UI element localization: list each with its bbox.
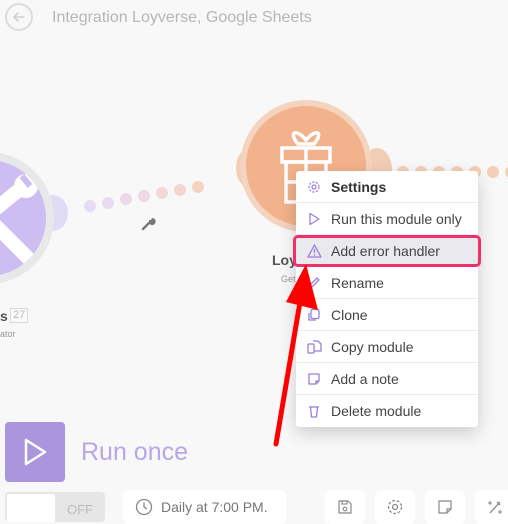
scenario-title: Integration Loyverse, Google Sheets xyxy=(52,9,312,26)
link-dot xyxy=(487,166,499,178)
save-icon xyxy=(338,500,352,514)
tools-module-label: s xyxy=(0,308,8,324)
tools-module-id-badge: 27 xyxy=(10,308,29,323)
link-settings-wrench[interactable] xyxy=(140,216,156,237)
menu-item-label: Delete module xyxy=(331,403,422,419)
menu-item-label: Clone xyxy=(331,306,368,323)
gear-icon xyxy=(387,499,403,515)
run-once-label[interactable]: Run once xyxy=(81,438,188,467)
toggle-state-label: OFF xyxy=(67,502,93,517)
wrench-icon xyxy=(141,217,156,231)
notes-button[interactable] xyxy=(425,490,465,524)
menu-item-label: Add a note xyxy=(331,370,399,387)
save-button[interactable] xyxy=(325,490,365,524)
menu-item-label: Rename xyxy=(331,274,384,291)
link-dot xyxy=(84,200,96,212)
play-icon xyxy=(24,438,47,466)
warning-icon xyxy=(306,243,322,259)
link-dot xyxy=(174,184,186,196)
link-dot xyxy=(102,197,114,209)
menu-item-label: Run this module only xyxy=(331,210,462,227)
link-dot xyxy=(120,193,132,205)
play-icon xyxy=(306,211,322,227)
clock-icon xyxy=(135,498,153,516)
magic-wand-icon xyxy=(488,501,502,514)
scenario-settings-button[interactable] xyxy=(375,490,415,524)
menu-item-label: Copy module xyxy=(331,338,414,355)
menu-item-run-this-module-only[interactable]: Run this module only xyxy=(296,203,478,235)
menu-item-label: Settings xyxy=(331,178,387,195)
arrow-left-icon xyxy=(13,12,25,22)
auto-align-button[interactable] xyxy=(475,490,508,524)
run-once-button[interactable] xyxy=(5,422,65,482)
note-icon xyxy=(438,500,452,514)
red-arrow-icon xyxy=(273,264,318,447)
link-dot xyxy=(156,187,168,199)
back-button[interactable] xyxy=(5,3,33,31)
gear-icon xyxy=(306,179,322,195)
menu-item-label: Add error handler xyxy=(331,242,440,259)
annotation-arrow xyxy=(270,262,330,452)
link-dot xyxy=(138,190,150,202)
tools-module-subtitle: ator xyxy=(0,329,16,339)
link-dot xyxy=(192,181,204,193)
menu-item-settings[interactable]: Settings xyxy=(296,171,478,203)
schedule-button[interactable]: Daily at 7:00 PM. xyxy=(123,490,286,524)
schedule-text: Daily at 7:00 PM. xyxy=(161,499,268,515)
